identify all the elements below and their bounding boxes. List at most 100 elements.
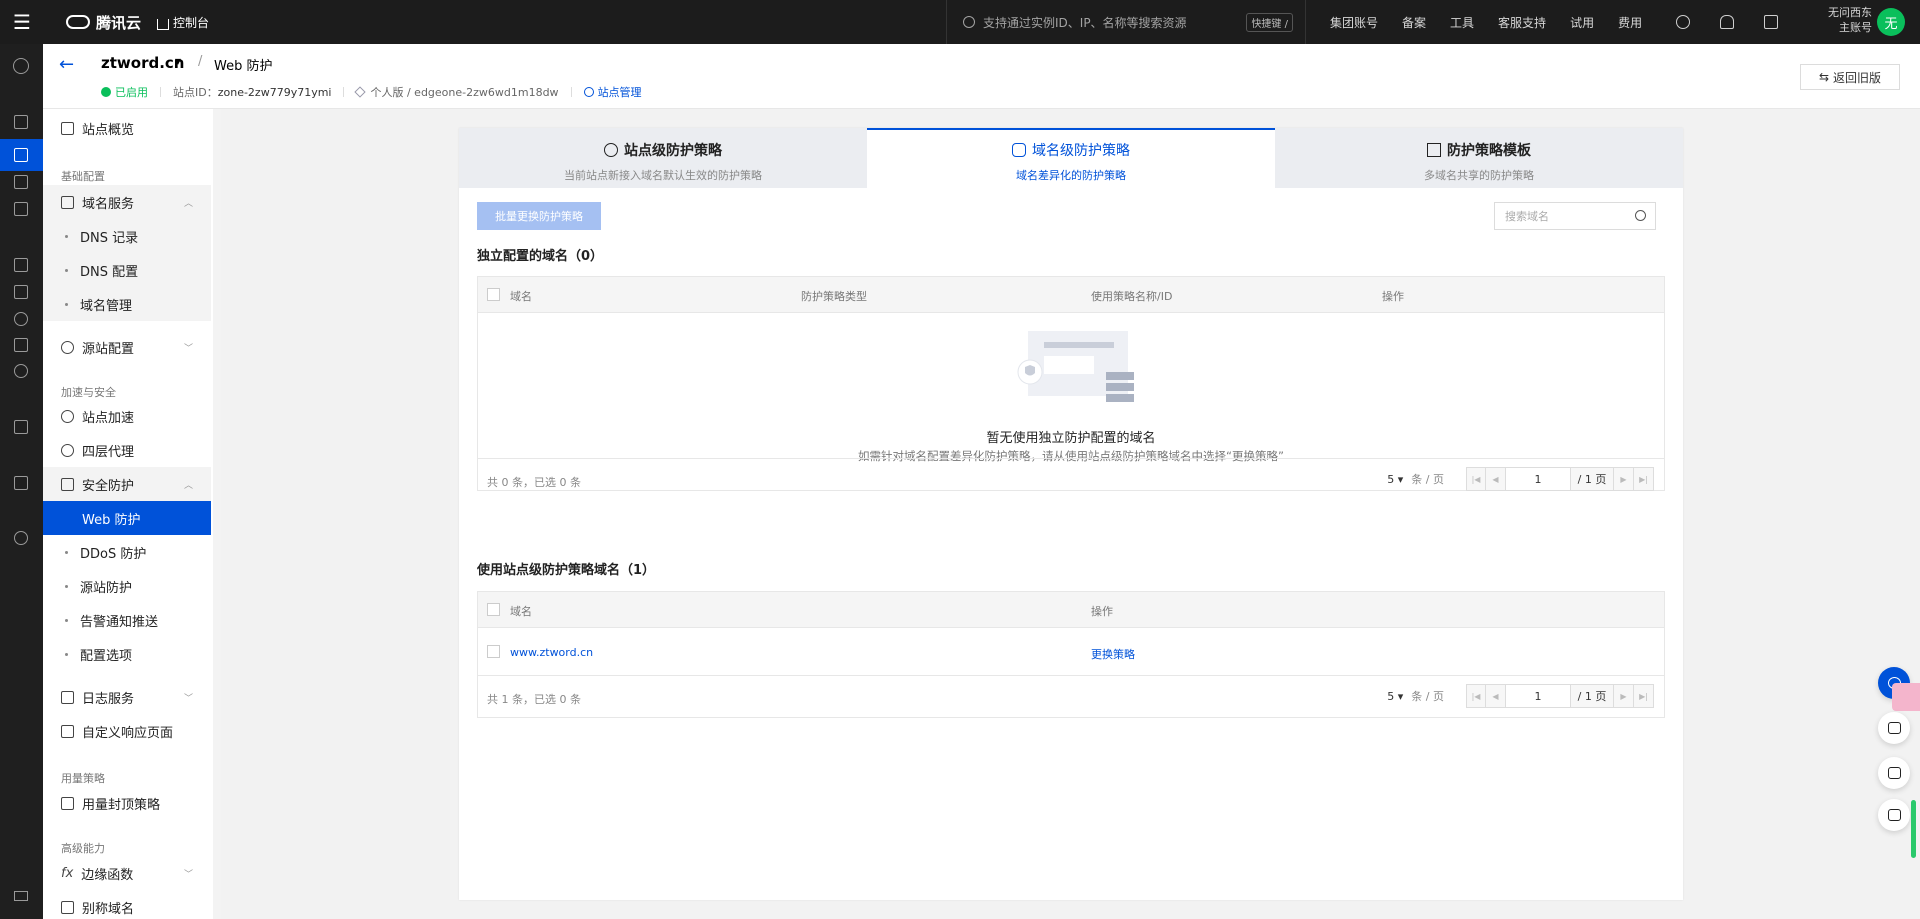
compass-icon[interactable]	[1676, 15, 1690, 29]
nav-tools[interactable]: 工具	[1450, 14, 1474, 31]
settings-icon[interactable]	[14, 531, 28, 545]
first-page-icon[interactable]: |◀	[1466, 684, 1486, 708]
sidebar-item-label: 配置选项	[80, 648, 133, 664]
page-size-value: 5	[1387, 689, 1395, 703]
download-icon[interactable]	[14, 285, 28, 299]
sidebar-group-accel: 加速与安全	[61, 386, 116, 399]
shield-icon[interactable]	[14, 202, 28, 216]
certificate-icon[interactable]	[14, 420, 28, 434]
sidebar-item-label: Web 防护	[82, 512, 141, 528]
monitor-icon[interactable]	[14, 175, 28, 189]
page-input[interactable]: 1	[1506, 467, 1570, 491]
next-page-icon[interactable]: ▶	[1614, 467, 1634, 491]
select-all-checkbox[interactable]	[487, 288, 500, 301]
prev-page-icon[interactable]: ◀	[1486, 684, 1506, 708]
tab-policy-template[interactable]: 防护策略模板 多域名共享的防护策略	[1275, 128, 1683, 188]
site-policy-domains-title: 使用站点级防护策略域名（1）	[477, 563, 656, 578]
sidebar: 站点概览 基础配置 域名服务 ︿ DNS 记录 DNS 配置 域名管理 源站配置 ﹀…	[43, 109, 221, 919]
console-link[interactable]: 控制台	[157, 14, 209, 31]
sidebar-item-dns-records[interactable]: DNS 记录	[43, 219, 211, 253]
back-arrow-icon[interactable]: ←	[59, 54, 74, 75]
site-list-icon[interactable]	[14, 148, 28, 162]
sidebar-item-edge-function[interactable]: fx 边缘函数 ﹀	[43, 856, 211, 890]
log-icon[interactable]	[14, 338, 28, 352]
column-domain: 域名	[510, 605, 532, 618]
sidebar-item-security[interactable]: 安全防护 ︿	[43, 467, 211, 501]
chevron-down-icon[interactable]: ▾	[175, 54, 181, 68]
avatar[interactable]: 无	[1877, 8, 1905, 36]
sidebar-item-custom-page[interactable]: 自定义响应页面	[43, 714, 211, 748]
divider	[570, 87, 572, 97]
nav-trial[interactable]: 试用	[1570, 14, 1594, 31]
last-page-icon[interactable]: ▶|	[1634, 467, 1654, 491]
page-size-select[interactable]: 5 ▾	[1387, 690, 1403, 703]
cart-icon[interactable]	[1764, 15, 1778, 29]
row-checkbox[interactable]	[487, 645, 500, 658]
page-input[interactable]: 1	[1506, 684, 1570, 708]
home-icon	[157, 18, 170, 30]
dashboard-icon[interactable]	[14, 115, 28, 129]
sidebar-item-web-protect[interactable]: Web 防护	[43, 501, 211, 535]
change-policy-link[interactable]: 更换策略	[1091, 646, 1135, 662]
task-list-button[interactable]	[1878, 799, 1910, 831]
sidebar-item-l4-proxy[interactable]: 四层代理	[43, 433, 211, 467]
sidebar-item-alert[interactable]: 告警通知推送	[43, 603, 211, 637]
return-old-version-button[interactable]: ⇆ 返回旧版	[1800, 64, 1900, 90]
cloud-assistant-button[interactable]	[1878, 712, 1910, 744]
sidebar-item-ddos[interactable]: DDoS 防护	[43, 535, 211, 569]
sidebar-item-domain-manage[interactable]: 域名管理	[43, 287, 211, 321]
nav-support[interactable]: 客服支持	[1498, 14, 1546, 31]
tab-domain-policy[interactable]: 域名级防护策略 域名差异化的防护策略	[867, 128, 1275, 188]
tab-site-policy[interactable]: 站点级防护策略 当前站点新接入域名默认生效的防护策略	[459, 128, 867, 188]
prev-page-icon[interactable]: ◀	[1486, 467, 1506, 491]
docs-button[interactable]	[1878, 757, 1910, 789]
select-all-checkbox[interactable]	[487, 603, 500, 616]
brand-logo[interactable]: 腾讯云	[66, 12, 141, 33]
last-page-icon[interactable]: ▶|	[1634, 684, 1654, 708]
site-selector[interactable]: ztword.cn	[101, 54, 184, 72]
domain-search-input[interactable]: 搜索域名	[1494, 202, 1656, 230]
sidebar-item-label: 用量封顶策略	[82, 797, 161, 813]
sidebar-item-overview[interactable]: 站点概览	[43, 111, 211, 145]
overview-icon	[61, 121, 74, 135]
collapse-icon[interactable]	[14, 891, 28, 901]
globe-icon	[604, 143, 618, 157]
template-icon	[1427, 143, 1441, 157]
sidebar-item-usage-cap[interactable]: 用量封顶策略	[43, 786, 211, 820]
first-page-icon[interactable]: |◀	[1466, 467, 1486, 491]
sidebar-item-log-service[interactable]: 日志服务 ﹀	[43, 680, 211, 714]
pulse-icon[interactable]	[14, 312, 28, 326]
sidebar-scrollbar[interactable]	[213, 109, 221, 919]
sidebar-item-domain-service[interactable]: 域名服务 ︿	[43, 185, 211, 219]
domain-link[interactable]: www.ztword.cn	[510, 646, 593, 659]
page-size-select[interactable]: 5 ▾	[1387, 473, 1403, 486]
edgeone-logo-icon[interactable]	[13, 58, 29, 74]
search-icon[interactable]	[1635, 210, 1646, 221]
sidebar-item-alias-domain[interactable]: 别称域名	[43, 890, 211, 919]
sidebar-item-site-accel[interactable]: 站点加速	[43, 399, 211, 433]
nav-billing[interactable]: 费用	[1618, 14, 1642, 31]
divider	[343, 87, 345, 97]
next-page-icon[interactable]: ▶	[1614, 684, 1634, 708]
bell-icon[interactable]	[1720, 15, 1734, 29]
sidebar-item-dns-config[interactable]: DNS 配置	[43, 253, 211, 287]
batch-change-policy-button[interactable]: 批量更换防护策略	[477, 202, 601, 230]
per-page-label: 条 / 页	[1411, 690, 1444, 703]
check-circle-icon	[101, 87, 111, 97]
site-manage-link[interactable]: 站点管理	[598, 84, 642, 100]
global-search-input[interactable]: 支持通过实例ID、IP、名称等搜索资源 快捷键 /	[946, 0, 1306, 44]
nav-group-account[interactable]: 集团账号	[1330, 14, 1378, 31]
user-info[interactable]: 无问西东 主账号	[1800, 5, 1872, 35]
sidebar-item-origin-protect[interactable]: 源站防护	[43, 569, 211, 603]
nav-icp[interactable]: 备案	[1402, 14, 1426, 31]
sidebar-item-config-options[interactable]: 配置选项	[43, 637, 211, 671]
promo-tag[interactable]	[1892, 683, 1920, 711]
camera-icon[interactable]	[14, 476, 28, 490]
search-rail-icon[interactable]	[14, 364, 28, 378]
console-label: 控制台	[173, 15, 210, 30]
sidebar-item-label: 域名服务	[82, 196, 135, 212]
menu-icon[interactable]: ☰	[0, 0, 44, 44]
analytics-icon[interactable]	[14, 258, 28, 272]
pagination: 5 ▾ 条 / 页 |◀ ◀ 1 / 1 页 ▶ ▶|	[1387, 467, 1654, 491]
sidebar-item-origin-config[interactable]: 源站配置 ﹀	[43, 330, 211, 364]
